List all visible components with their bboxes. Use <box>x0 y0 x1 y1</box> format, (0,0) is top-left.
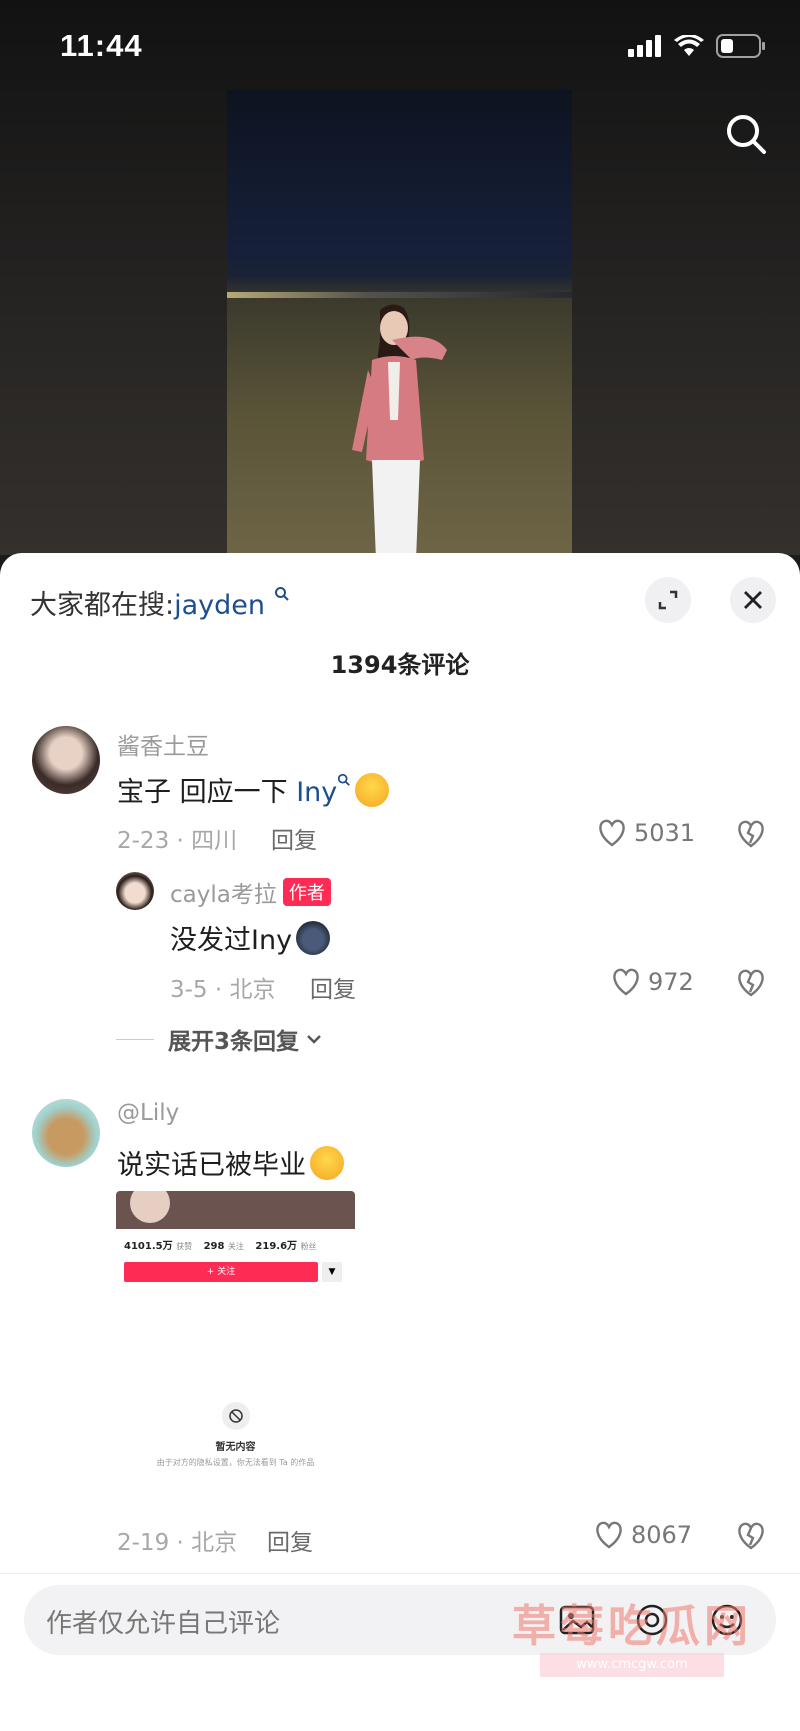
image-stat-fans-label: 粉丝 <box>300 1242 317 1251</box>
like-count: 8067 <box>631 1521 693 1549</box>
comment-keyword[interactable]: Iny <box>296 777 337 808</box>
image-dropdown: ▼ <box>322 1262 342 1282</box>
image-empty-state: 暂无内容 由于对方的隐私设置，你无法看到 Ta 的作品 <box>116 1401 355 1468</box>
comment-body: 说实话已被毕业 <box>117 1150 306 1181</box>
comment-text: 宝子 回应一下 Iny <box>117 770 390 809</box>
hot-search[interactable]: 大家都在搜:jayden <box>30 583 290 622</box>
reply-body: 没发过Iny <box>170 925 293 956</box>
close-button[interactable] <box>730 577 776 623</box>
reply-text: 没发过Iny <box>170 918 331 957</box>
dislike-icon[interactable] <box>735 819 767 849</box>
image-stat-likes-label: 获赞 <box>176 1242 193 1251</box>
image-stat-following-label: 关注 <box>227 1242 244 1251</box>
comment-body: 宝子 回应一下 <box>117 777 288 808</box>
expand-line <box>116 1038 154 1040</box>
expand-icon <box>658 590 678 610</box>
avatar[interactable] <box>32 726 100 794</box>
image-stat-following: 298 <box>203 1241 225 1252</box>
reply-button[interactable]: 回复 <box>310 970 356 1004</box>
blocked-icon <box>221 1402 250 1430</box>
like-count: 5031 <box>634 819 696 847</box>
reply-username[interactable]: cayla考拉 作者 <box>170 875 331 909</box>
watermark-url: www.cmcgw.com <box>540 1653 724 1677</box>
image-follow-button: + 关注 <box>124 1262 318 1282</box>
like-button[interactable]: 972 <box>610 967 694 997</box>
author-badge: 作者 <box>282 878 331 906</box>
video-subject-image <box>352 304 447 555</box>
reply-username-text: cayla考拉 <box>170 882 277 908</box>
avatar[interactable] <box>32 1099 100 1167</box>
comment-date-location: 2-23 · 四川 <box>117 828 238 854</box>
signal-icon <box>628 35 661 57</box>
image-avatar <box>130 1191 170 1223</box>
comment-count: 1394条评论 <box>330 651 470 679</box>
image-header <box>116 1191 355 1229</box>
grin-emoji-icon <box>355 773 390 807</box>
image-stats: 4101.5万 获赞 298 关注 219.6万 粉丝 <box>116 1229 355 1256</box>
battery-icon <box>716 34 765 58</box>
heart-icon <box>613 968 639 996</box>
close-icon <box>744 591 762 609</box>
image-empty-subtitle: 由于对方的隐私设置，你无法看到 Ta 的作品 <box>156 1458 315 1467</box>
watermark-text: 草莓吃瓜网 <box>512 1601 752 1652</box>
expand-sheet-button[interactable] <box>645 577 691 623</box>
comment-input-placeholder: 作者仅允许自己评论 <box>46 1609 281 1639</box>
image-empty-title: 暂无内容 <box>215 1442 256 1453</box>
heart-icon <box>596 1521 622 1549</box>
comment-image[interactable]: 4101.5万 获赞 298 关注 219.6万 粉丝 + 关注 ▼ 暂无内容 … <box>116 1191 355 1511</box>
comment-username[interactable]: 酱香土豆 <box>117 727 209 761</box>
avatar[interactable] <box>116 872 154 910</box>
expand-label: 展开3条回复 <box>168 1029 300 1055</box>
status-bar: 11:44 <box>0 0 800 96</box>
heart-icon <box>599 819 625 847</box>
horizon-lights <box>227 292 572 298</box>
divider <box>0 1573 800 1574</box>
search-small-icon <box>274 587 289 601</box>
image-stat-fans: 219.6万 <box>255 1241 298 1252</box>
video-player[interactable] <box>227 90 572 555</box>
hot-search-keyword[interactable]: jayden <box>174 590 265 621</box>
sweat-emoji-icon <box>296 921 331 955</box>
like-button[interactable]: 5031 <box>596 818 695 848</box>
like-count: 972 <box>648 968 694 996</box>
laughing-emoji-icon <box>310 1146 344 1180</box>
expand-replies-button[interactable]: 展开3条回复 <box>116 1022 323 1056</box>
reply-button[interactable]: 回复 <box>271 821 317 855</box>
search-small-icon <box>338 773 351 786</box>
image-follow-row: + 关注 ▼ <box>124 1262 347 1282</box>
hot-search-prefix: 大家都在搜: <box>30 590 175 621</box>
comment-username[interactable]: @Lily <box>117 1100 179 1126</box>
comment-text: 说实话已被毕业 <box>117 1143 344 1182</box>
reply-date-location: 3-5 · 北京 <box>170 977 276 1003</box>
search-icon[interactable] <box>722 110 770 158</box>
dislike-icon[interactable] <box>735 968 767 998</box>
image-stat-likes: 4101.5万 <box>124 1241 173 1252</box>
like-button[interactable]: 8067 <box>593 1520 692 1550</box>
wifi-icon <box>674 35 704 56</box>
reply-button[interactable]: 回复 <box>267 1523 313 1557</box>
dislike-icon[interactable] <box>735 1521 767 1551</box>
chevron-down-icon <box>307 1035 321 1044</box>
comment-date-location: 2-19 · 北京 <box>117 1530 238 1556</box>
status-time: 11:44 <box>60 28 143 63</box>
